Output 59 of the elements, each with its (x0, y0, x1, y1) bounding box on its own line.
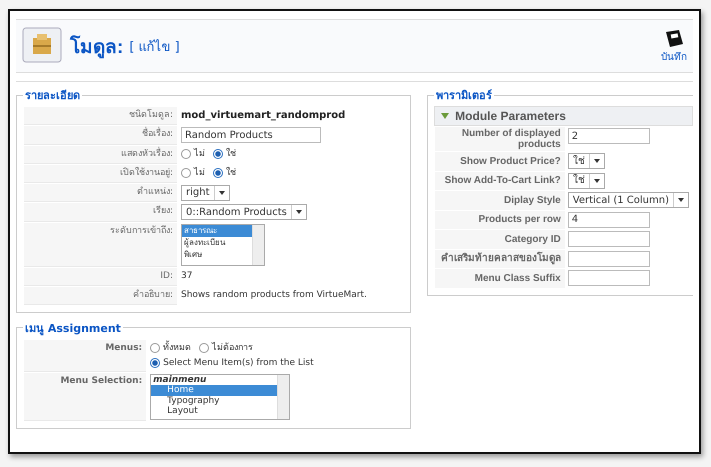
field-label: เรียง: (24, 203, 177, 222)
field-label: ตำแหน่ง: (24, 184, 177, 202)
list-box[interactable]: สาธารณะ ผู้ลงทะเบียน พิเศษ (181, 224, 265, 266)
dropdown[interactable]: ใช่ (568, 172, 605, 188)
list-option[interactable]: mainmenu (151, 374, 278, 385)
page-subtitle: [ แก้ไข ] (129, 38, 180, 56)
list-option[interactable]: Home (151, 385, 278, 396)
section-legend: รายละเอียด (23, 86, 82, 104)
list-option[interactable]: พิเศษ (182, 248, 252, 260)
input-field[interactable] (568, 270, 650, 286)
field-label: เปิดใช้งานอยู่: (24, 164, 177, 182)
input-field[interactable]: Random Products (181, 127, 321, 143)
input-field[interactable] (568, 250, 650, 266)
field-label: Menu Selection: (24, 372, 146, 420)
field-label: Show Product Price? (435, 152, 565, 170)
field-label: ID: (24, 268, 177, 286)
dropdown[interactable]: right (181, 184, 230, 200)
input-field[interactable]: 2 (568, 128, 650, 144)
field-label: ระดับการเข้าถึง: (24, 222, 177, 266)
field-label: Products per row (435, 210, 565, 229)
scrollbar[interactable] (252, 224, 264, 264)
list-option[interactable]: Layout (151, 406, 278, 416)
field-label: Show Add-To-Cart Link? (435, 172, 565, 190)
dropdown[interactable]: 0::Random Products (181, 204, 307, 220)
dropdown[interactable]: Vertical (1 Column) (568, 192, 689, 208)
radio-option[interactable]: ไม่ต้องการ (199, 340, 254, 356)
field-value: Shows random products from VirtueMart. (181, 290, 367, 300)
section-legend: พารามิเตอร์ (434, 86, 494, 104)
radio-option[interactable]: ไม่ (181, 146, 205, 162)
field-value: 37 (181, 270, 192, 280)
field-label: Menu Class Suffix (435, 269, 565, 288)
field-label: Category ID (435, 230, 565, 248)
radio-option[interactable]: ไม่ (181, 166, 205, 180)
list-option[interactable]: สาธารณะ (182, 224, 252, 236)
field-label: คำเสริมท้ายคลาสของโมดูล (435, 250, 565, 268)
field-label: ชนิดโมดูล: (24, 107, 177, 125)
radio-option[interactable]: ทั้งหมด (150, 340, 192, 356)
field-value: mod_virtuemart_randomprod (181, 110, 346, 121)
radio-option[interactable]: Select Menu Item(s) from the List (150, 356, 314, 370)
page-title: โมดูล: (70, 34, 124, 60)
field-label: แสดงหัวเรื่อง: (24, 146, 177, 164)
field-label: Menus: (24, 340, 146, 372)
module-icon (22, 27, 62, 65)
section-legend: เมนู Assignment (23, 318, 123, 336)
panel-header[interactable]: Module Parameters (434, 106, 693, 126)
list-option[interactable]: ผู้ลงทะเบียน (182, 236, 252, 248)
field-label: Number of displayed products (435, 127, 565, 151)
list-option[interactable]: Typography (151, 396, 278, 406)
field-label: Diplay Style (435, 191, 565, 210)
input-field[interactable] (568, 231, 650, 247)
scrollbar[interactable] (277, 374, 290, 418)
radio-option[interactable]: ใช่ (213, 146, 236, 162)
dropdown[interactable]: ใช่ (568, 153, 605, 169)
input-field[interactable]: 4 (568, 212, 650, 228)
radio-option[interactable]: ใช่ (213, 166, 236, 180)
list-box[interactable]: mainmenu Home Typography Layout (150, 374, 290, 420)
field-label: คำอธิบาย: (24, 286, 177, 304)
save-button[interactable]: บันทึก (661, 28, 687, 64)
field-label: ชื่อเรื่อง: (24, 126, 177, 144)
